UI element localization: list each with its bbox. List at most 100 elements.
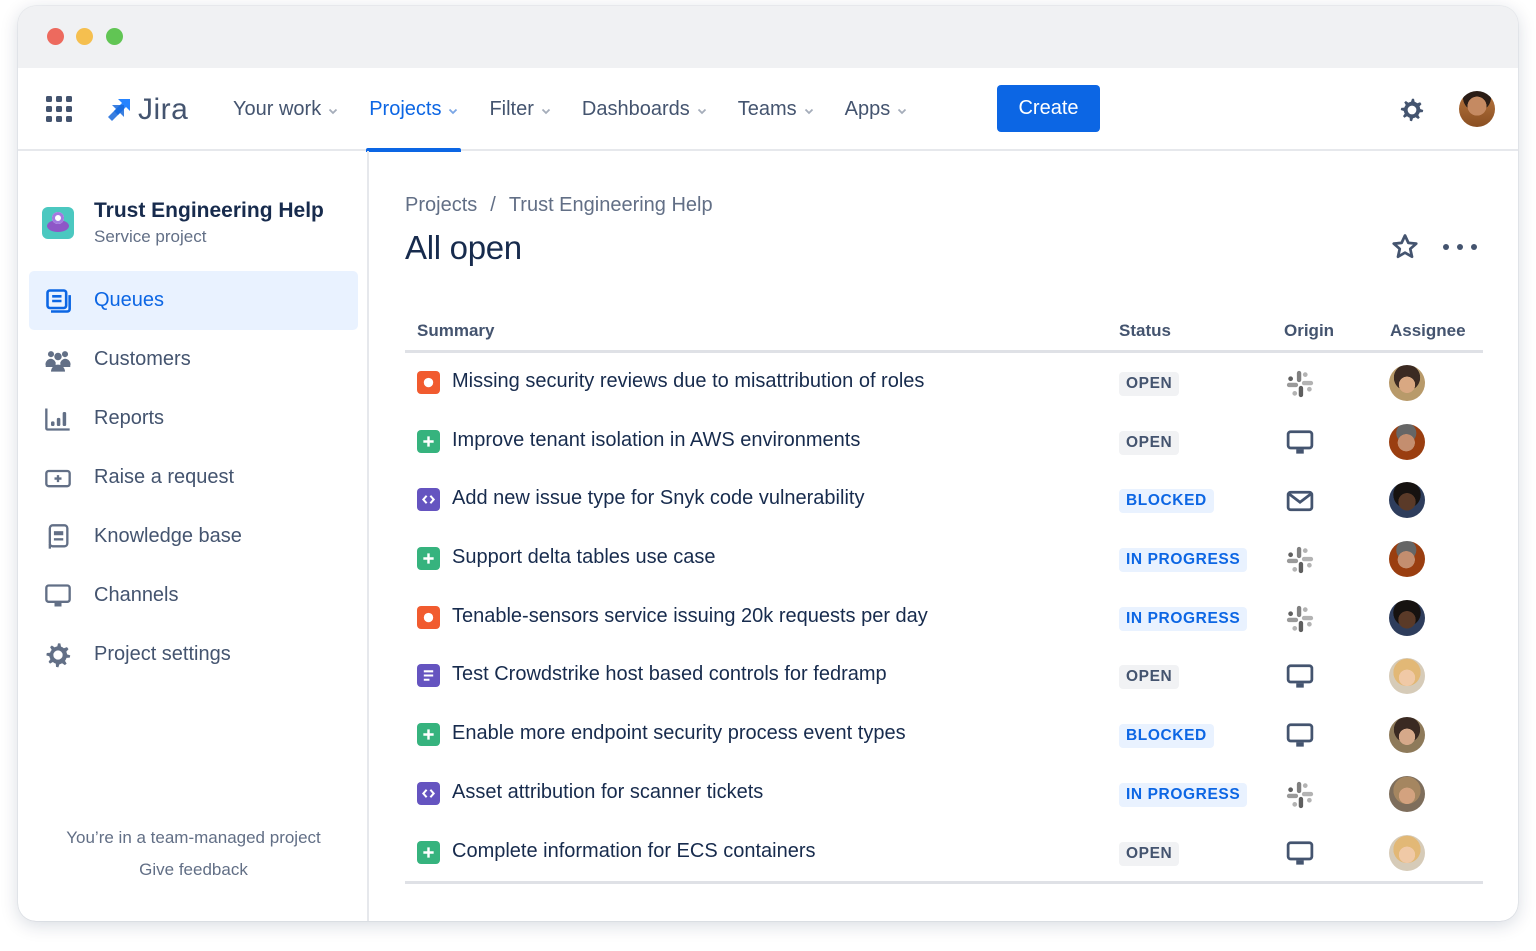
give-feedback-link[interactable]: Give feedback	[18, 860, 369, 880]
sidebar: Trust Engineering Help Service project Q…	[18, 151, 369, 921]
table-row[interactable]: Enable more endpoint security process ev…	[405, 705, 1483, 764]
portal-monitor-icon	[1283, 429, 1317, 457]
breadcrumb-projects[interactable]: Projects	[405, 194, 477, 217]
assignee-avatar[interactable]	[1389, 599, 1425, 636]
column-status[interactable]: Status	[1119, 321, 1171, 341]
project-avatar-icon	[42, 207, 74, 239]
nav-teams[interactable]: Teams	[735, 68, 817, 151]
nav-items: Your work Projects Filter Dashboards Tea…	[230, 68, 935, 152]
assignee-avatar[interactable]	[1389, 717, 1425, 754]
status-badge[interactable]: BLOCKED	[1119, 489, 1214, 514]
sidebar-item-queues[interactable]: Queues	[29, 271, 358, 330]
issue-summary[interactable]: Add new issue type for Snyk code vulnera…	[452, 487, 864, 510]
customers-icon	[43, 345, 73, 375]
sidebar-item-channels[interactable]: Channels	[29, 566, 358, 625]
table-row[interactable]: Add new issue type for Snyk code vulnera…	[405, 470, 1483, 529]
assignee-avatar[interactable]	[1389, 541, 1425, 578]
star-icon[interactable]	[1390, 232, 1420, 262]
issue-summary[interactable]: Enable more endpoint security process ev…	[452, 722, 906, 745]
sidebar-item-label: Knowledge base	[94, 525, 242, 547]
issue-summary[interactable]: Improve tenant isolation in AWS environm…	[452, 429, 860, 452]
issue-summary[interactable]: Support delta tables use case	[452, 546, 716, 569]
nav-apps[interactable]: Apps	[842, 68, 911, 151]
portal-monitor-icon	[1283, 722, 1317, 750]
nav-label: Teams	[737, 98, 797, 120]
apps-grid-icon[interactable]	[46, 96, 72, 122]
top-navigation: Jira Your work Projects Filter Dashboard…	[18, 68, 1518, 152]
chevron-down-icon	[329, 108, 338, 114]
status-badge[interactable]: OPEN	[1119, 665, 1180, 690]
table-row[interactable]: Improve tenant isolation in AWS environm…	[405, 412, 1483, 471]
nav-label: Projects	[369, 98, 442, 120]
minimize-window-button[interactable]	[76, 28, 93, 45]
nav-projects[interactable]: Projects	[366, 68, 462, 152]
status-badge[interactable]: OPEN	[1119, 372, 1180, 396]
sidebar-item-customers[interactable]: Customers	[29, 330, 358, 389]
nav-filter[interactable]: Filter	[486, 68, 553, 151]
logo-text: Jira	[138, 93, 189, 126]
table-header: Summary Status Origin Assignee	[405, 311, 1483, 353]
gear-icon[interactable]	[1397, 95, 1427, 125]
title-bar	[18, 6, 1518, 68]
table-row[interactable]: Complete information for ECS containers O…	[405, 823, 1483, 882]
chevron-down-icon	[697, 108, 706, 114]
chevron-down-icon	[898, 108, 907, 114]
table-row[interactable]: Asset attribution for scanner tickets IN …	[405, 764, 1483, 823]
knowledge-base-icon	[43, 522, 73, 552]
status-badge[interactable]: BLOCKED	[1119, 724, 1214, 749]
status-badge[interactable]: IN PROGRESS	[1119, 548, 1248, 573]
nav-your-work[interactable]: Your work	[230, 68, 341, 151]
slack-icon	[1283, 546, 1317, 574]
assignee-avatar[interactable]	[1389, 658, 1425, 695]
nav-dashboards[interactable]: Dashboards	[579, 68, 710, 151]
project-header[interactable]: Trust Engineering Help Service project	[42, 198, 324, 250]
assignee-avatar[interactable]	[1389, 482, 1425, 519]
slack-icon	[1283, 605, 1317, 633]
assignee-avatar[interactable]	[1389, 834, 1425, 871]
status-badge[interactable]: IN PROGRESS	[1119, 606, 1248, 631]
assignee-avatar[interactable]	[1389, 423, 1425, 460]
task-type-icon	[417, 664, 440, 688]
email-icon	[1283, 487, 1317, 515]
issue-summary[interactable]: Tenable-sensors service issuing 20k requ…	[452, 605, 928, 628]
status-badge[interactable]: OPEN	[1119, 841, 1180, 866]
issue-summary[interactable]: Test Crowdstrike host based controls for…	[452, 663, 887, 686]
project-type: Service project	[94, 227, 207, 246]
assignee-avatar[interactable]	[1389, 365, 1425, 401]
close-window-button[interactable]	[47, 28, 64, 45]
issue-summary[interactable]: Missing security reviews due to misattri…	[452, 370, 924, 393]
sidebar-item-project-settings[interactable]: Project settings	[29, 625, 358, 684]
column-origin[interactable]: Origin	[1284, 321, 1334, 341]
channels-icon	[43, 581, 73, 611]
slack-icon	[1283, 370, 1317, 398]
sidebar-item-label: Queues	[94, 289, 165, 311]
nav-label: Your work	[233, 98, 322, 120]
column-assignee[interactable]: Assignee	[1390, 321, 1466, 341]
issues-table: Summary Status Origin Assignee Missing s…	[405, 311, 1483, 885]
table-row[interactable]: Missing security reviews due to misattri…	[405, 353, 1483, 412]
maximize-window-button[interactable]	[106, 28, 123, 45]
jira-logo[interactable]: Jira	[104, 93, 189, 126]
nav-label: Apps	[844, 98, 891, 120]
more-icon[interactable]	[1443, 235, 1477, 259]
change-type-icon	[417, 781, 440, 805]
app-window: Jira Your work Projects Filter Dashboard…	[18, 6, 1518, 921]
table-row[interactable]: Tenable-sensors service issuing 20k requ…	[405, 588, 1483, 647]
status-badge[interactable]: OPEN	[1119, 430, 1180, 455]
sidebar-item-label: Reports	[94, 407, 165, 429]
user-avatar[interactable]	[1459, 91, 1495, 127]
sidebar-item-knowledge-base[interactable]: Knowledge base	[29, 507, 358, 566]
breadcrumb-project[interactable]: Trust Engineering Help	[509, 194, 713, 217]
create-button[interactable]: Create	[997, 85, 1100, 132]
sidebar-item-reports[interactable]: Reports	[29, 389, 358, 448]
table-row[interactable]: Support delta tables use case IN PROGRESS	[405, 529, 1483, 588]
status-badge[interactable]: IN PROGRESS	[1119, 782, 1248, 807]
assignee-avatar[interactable]	[1389, 775, 1425, 812]
table-row[interactable]: Test Crowdstrike host based controls for…	[405, 646, 1483, 705]
column-summary[interactable]: Summary	[417, 321, 494, 341]
issue-summary[interactable]: Complete information for ECS containers	[452, 840, 816, 863]
issue-summary[interactable]: Asset attribution for scanner tickets	[452, 781, 763, 804]
sidebar-item-raise-request[interactable]: Raise a request	[29, 448, 358, 507]
chevron-down-icon	[804, 108, 813, 114]
chevron-down-icon	[449, 108, 458, 114]
